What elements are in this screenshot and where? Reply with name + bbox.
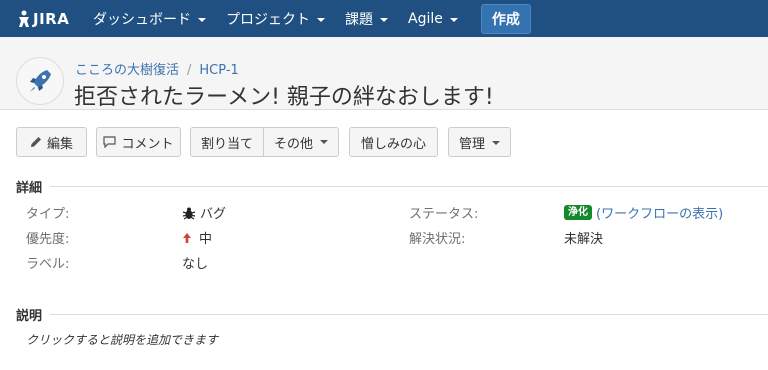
details-heading[interactable]: 詳細 bbox=[16, 177, 42, 196]
status-label: ステータス: bbox=[409, 207, 479, 222]
comment-button[interactable]: コメント bbox=[96, 127, 181, 157]
bug-icon bbox=[182, 206, 196, 220]
transition-button[interactable]: 憎しみの心 bbox=[349, 127, 438, 157]
jira-logo-icon bbox=[19, 10, 29, 27]
type-value-text: バグ bbox=[200, 207, 227, 222]
chevron-down-icon bbox=[317, 17, 325, 22]
nav-agile[interactable]: Agile bbox=[398, 0, 468, 37]
type-label: タイプ: bbox=[26, 207, 70, 222]
create-button[interactable]: 作成 bbox=[480, 3, 531, 34]
comment-icon bbox=[103, 136, 117, 148]
nav-projects-label: プロジェクト bbox=[226, 11, 310, 28]
chevron-down-icon bbox=[198, 17, 206, 22]
description-placeholder[interactable]: クリックすると説明を追加できます bbox=[26, 331, 218, 348]
description-heading[interactable]: 説明 bbox=[16, 305, 42, 324]
priority-label: 優先度: bbox=[26, 232, 70, 247]
description-divider bbox=[50, 314, 768, 315]
details-divider bbox=[50, 186, 768, 187]
nav-issues-label: 課題 bbox=[345, 11, 373, 28]
resolution-value: 未解決 bbox=[564, 232, 604, 247]
rocket-icon bbox=[30, 70, 51, 92]
nav-agile-label: Agile bbox=[408, 10, 443, 27]
edit-label: 編集 bbox=[46, 136, 73, 152]
assign-more-group: 割り当て その他 bbox=[190, 127, 339, 157]
labels-value[interactable]: なし bbox=[182, 253, 208, 272]
status-badge: 浄化 bbox=[564, 205, 592, 220]
priority-value: 中 bbox=[182, 228, 212, 247]
chevron-down-icon bbox=[320, 140, 328, 144]
breadcrumb: こころの大樹復活 / HCP-1 bbox=[75, 59, 239, 78]
admin-label: 管理 bbox=[458, 136, 485, 152]
more-label: その他 bbox=[273, 136, 313, 152]
issue-toolbar: 編集 コメント 割り当て その他 憎しみの心 管理 bbox=[0, 127, 768, 157]
priority-value-text: 中 bbox=[199, 232, 213, 247]
comment-label: コメント bbox=[121, 136, 174, 152]
view-workflow-link[interactable]: (ワークフローの表示) bbox=[596, 203, 723, 222]
logo-text: JIRA bbox=[33, 9, 70, 28]
issue-header: こころの大樹復活 / HCP-1 拒否されたラーメン! 親子の絆なおします! bbox=[0, 37, 768, 110]
breadcrumb-project-link[interactable]: こころの大樹復活 bbox=[75, 63, 179, 78]
status-value: 浄化 (ワークフローの表示) bbox=[564, 203, 723, 222]
assign-button[interactable]: 割り当て bbox=[191, 128, 263, 156]
type-value: バグ bbox=[182, 203, 226, 222]
project-avatar[interactable] bbox=[16, 57, 64, 105]
edit-button[interactable]: 編集 bbox=[16, 127, 87, 157]
nav-dashboards[interactable]: ダッシュボード bbox=[83, 0, 216, 37]
nav-projects[interactable]: プロジェクト bbox=[216, 0, 335, 37]
chevron-down-icon bbox=[449, 17, 458, 22]
top-navigation-bar: JIRA ダッシュボード プロジェクト 課題 Agile 作成 bbox=[0, 0, 768, 37]
breadcrumb-issue-key-link[interactable]: HCP-1 bbox=[199, 63, 238, 78]
labels-label: ラベル: bbox=[26, 257, 70, 272]
resolution-label: 解決状況: bbox=[409, 232, 466, 247]
nav-issues[interactable]: 課題 bbox=[335, 0, 398, 37]
pencil-icon bbox=[30, 136, 42, 148]
chevron-down-icon bbox=[492, 140, 500, 145]
arrow-up-icon bbox=[182, 232, 192, 244]
more-button[interactable]: その他 bbox=[263, 128, 338, 156]
chevron-down-icon bbox=[380, 17, 388, 22]
admin-button[interactable]: 管理 bbox=[448, 127, 511, 157]
issue-summary[interactable]: 拒否されたラーメン! 親子の絆なおします! bbox=[74, 79, 494, 111]
nav-dashboards-label: ダッシュボード bbox=[93, 11, 191, 28]
jira-logo[interactable]: JIRA bbox=[17, 10, 83, 28]
breadcrumb-separator: / bbox=[187, 63, 192, 78]
